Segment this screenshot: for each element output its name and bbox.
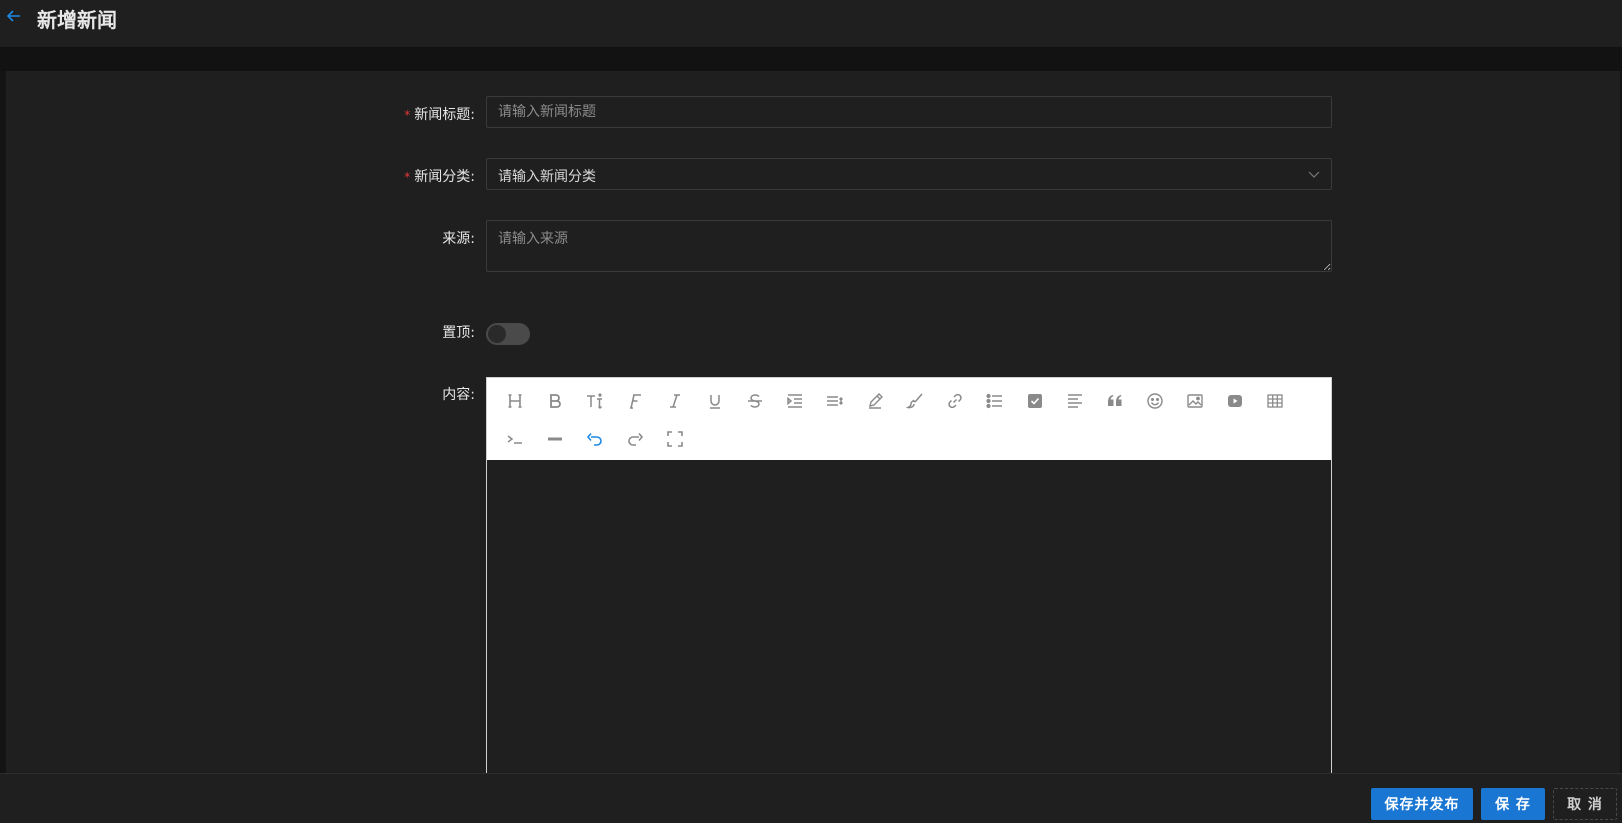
- indent-icon[interactable]: [775, 382, 815, 420]
- header-divider: [0, 47, 1622, 71]
- category-select-value: 请输入新闻分类: [498, 169, 596, 185]
- source-label: 来源:: [442, 231, 475, 247]
- justify-icon[interactable]: [1055, 382, 1095, 420]
- rich-text-editor: [486, 377, 1332, 778]
- title-field[interactable]: [486, 96, 1332, 128]
- background-color-icon[interactable]: [895, 382, 935, 420]
- save-button[interactable]: 保 存: [1481, 788, 1545, 820]
- category-label-text: 新闻分类:: [414, 169, 475, 185]
- pin-toggle-knob: [488, 325, 506, 343]
- font-color-icon[interactable]: [855, 382, 895, 420]
- italic-icon[interactable]: [655, 382, 695, 420]
- emoticon-icon[interactable]: [1135, 382, 1175, 420]
- required-mark: *: [404, 108, 411, 122]
- heading-icon[interactable]: [495, 382, 535, 420]
- bold-icon[interactable]: [535, 382, 575, 420]
- page-title: 新增新闻: [37, 8, 117, 32]
- fullscreen-icon[interactable]: [655, 420, 695, 458]
- source-field[interactable]: [486, 220, 1332, 272]
- category-select[interactable]: 请输入新闻分类: [486, 158, 1332, 190]
- editor-content-area[interactable]: [487, 460, 1331, 778]
- font-family-icon[interactable]: [615, 382, 655, 420]
- pin-label: 置顶:: [442, 325, 475, 341]
- source-textarea[interactable]: [487, 221, 1331, 271]
- table-icon[interactable]: [1255, 382, 1295, 420]
- undo-icon[interactable]: [575, 420, 615, 458]
- form-panel: *新闻标题: *新闻分类: 请输入新闻分类 来源: 置顶: 内容:: [6, 71, 1620, 778]
- required-mark: *: [404, 170, 411, 184]
- title-label: * 新闻标题:: [404, 104, 475, 124]
- link-icon[interactable]: [935, 382, 975, 420]
- content-label: 内容:: [442, 387, 475, 403]
- category-label: * 新闻分类:: [404, 166, 475, 186]
- video-icon[interactable]: [1215, 382, 1255, 420]
- bulleted-list-icon[interactable]: [975, 382, 1015, 420]
- quote-icon[interactable]: [1095, 382, 1135, 420]
- title-label-text: 新闻标题:: [414, 107, 475, 123]
- divider-icon[interactable]: [535, 420, 575, 458]
- font-size-icon[interactable]: [575, 382, 615, 420]
- redo-icon[interactable]: [615, 420, 655, 458]
- arrow-left-icon[interactable]: [4, 6, 24, 26]
- save-and-publish-button[interactable]: 保存并发布: [1371, 788, 1473, 820]
- image-icon[interactable]: [1175, 382, 1215, 420]
- title-input[interactable]: [487, 97, 1331, 127]
- chevron-down-icon: [1307, 167, 1321, 181]
- cancel-button[interactable]: 取 消: [1553, 788, 1617, 820]
- page-header: 新增新闻: [0, 0, 1622, 47]
- strikethrough-icon[interactable]: [735, 382, 775, 420]
- code-icon[interactable]: [495, 420, 535, 458]
- todo-icon[interactable]: [1015, 382, 1055, 420]
- line-height-icon[interactable]: [815, 382, 855, 420]
- action-bar: 保存并发布 保 存 取 消: [0, 773, 1622, 823]
- pin-toggle[interactable]: [486, 323, 530, 345]
- underline-icon[interactable]: [695, 382, 735, 420]
- editor-toolbar: [487, 378, 1331, 460]
